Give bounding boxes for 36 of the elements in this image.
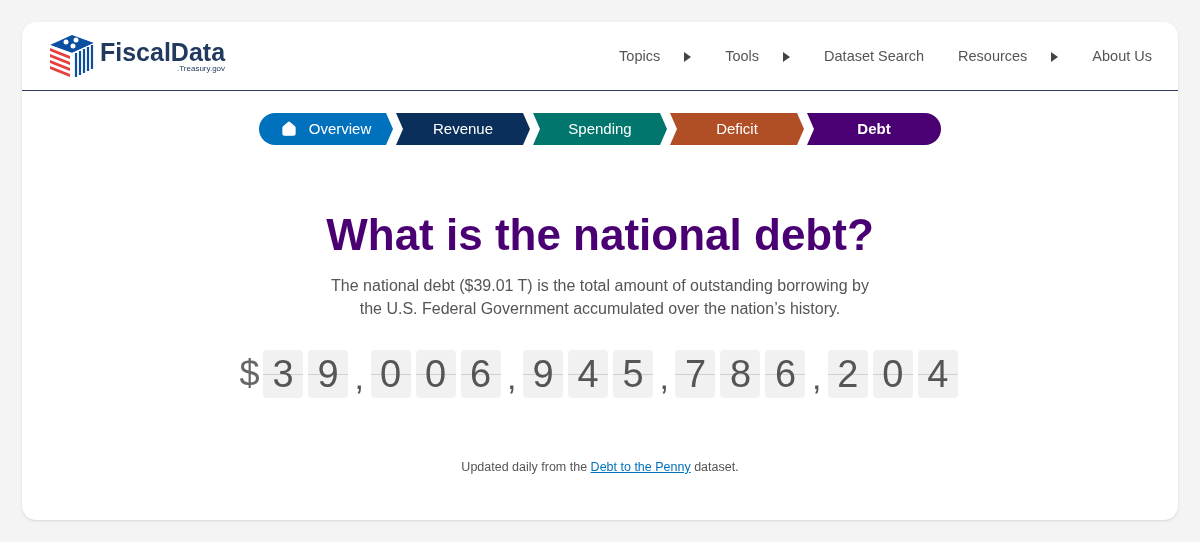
update-note: Updated daily from the Debt to the Penny dataset.: [460, 459, 740, 476]
nav-link[interactable]: Topics: [619, 45, 692, 68]
dataset-link[interactable]: Debt to the Penny: [590, 460, 691, 474]
home-icon: [280, 121, 297, 137]
logo-wordmark: FiscalData: [100, 40, 226, 65]
step-tab[interactable]: Spending: [533, 113, 667, 145]
digit: 7: [684, 355, 707, 393]
digit: 2: [837, 355, 859, 393]
digit-separator: ,: [810, 360, 823, 398]
digit-separator: ,: [658, 360, 670, 398]
digit-separator: ,: [506, 360, 518, 398]
nav-link[interactable]: Resources: [958, 45, 1059, 68]
digit: 4: [577, 355, 599, 393]
description: The national debt ($39.01 T) is the total amount of outstanding borrowing by the U.S. Federal Government accumulated over the nation’s history.: [330, 276, 870, 319]
digit-separator: ,: [353, 360, 366, 398]
logo-domain: .Treasury.gov: [177, 65, 226, 73]
digit: 0: [882, 355, 904, 393]
nav-link[interactable]: Dataset Search: [824, 45, 925, 68]
step-tab[interactable]: Debt: [807, 113, 941, 145]
digit: 9: [317, 355, 339, 393]
digit: 0: [380, 355, 402, 393]
digit: 3: [272, 355, 294, 393]
step-tab[interactable]: Overview: [259, 113, 393, 145]
digit: 8: [729, 355, 752, 393]
nav-link[interactable]: About Us: [1092, 45, 1152, 68]
digit: 6: [774, 355, 797, 393]
digit: 4: [927, 355, 949, 393]
digit: 9: [532, 355, 554, 393]
currency-symbol: $: [239, 356, 260, 392]
digit: 0: [425, 355, 447, 393]
digit: 5: [622, 355, 644, 393]
nav-link[interactable]: Tools: [725, 45, 791, 68]
step-tab[interactable]: Deficit: [670, 113, 804, 145]
step-tab[interactable]: Revenue: [396, 113, 530, 145]
page-title: What is the national debt?: [325, 209, 875, 261]
digit: 6: [470, 355, 492, 393]
